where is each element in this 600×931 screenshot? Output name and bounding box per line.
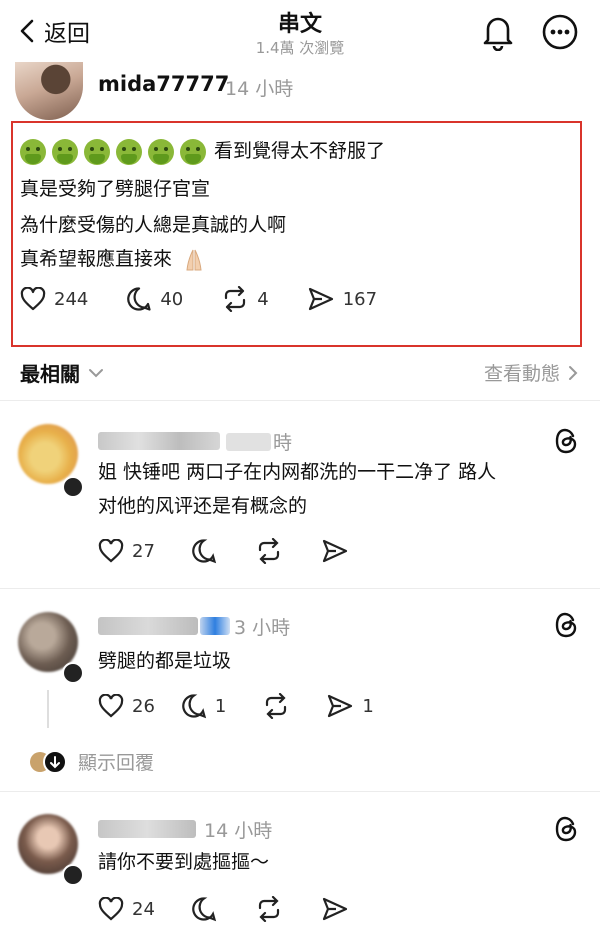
heart-icon (98, 694, 124, 718)
like-button[interactable]: 244 (20, 287, 88, 311)
view-activity-label: 查看動態 (483, 363, 560, 385)
follow-badge-icon[interactable] (62, 662, 84, 684)
reply-actions: 26 1 1 (98, 693, 374, 719)
comment-count: 40 (160, 288, 184, 310)
reply-avatars-icon (30, 749, 67, 774)
post-username[interactable]: mida77777 (98, 72, 229, 96)
post-line-4-row: 真希望報應直接來 (20, 244, 206, 272)
post-line-1: 看到覺得太不舒服了 (214, 140, 386, 162)
send-icon (328, 694, 353, 718)
post-actions: 244 40 4 167 (20, 286, 377, 312)
repost-icon[interactable] (255, 538, 283, 564)
like-count: 27 (132, 540, 155, 562)
comment-button[interactable]: 40 (126, 286, 183, 312)
reply-timestamp: 3 小時 (234, 617, 291, 639)
chevron-right-icon (569, 365, 578, 380)
like-count: 24 (132, 898, 155, 920)
send-icon[interactable] (321, 538, 349, 564)
vomit-emoji-icon (84, 138, 110, 165)
send-icon (308, 287, 333, 311)
reply-username-blurred[interactable] (98, 432, 220, 450)
follow-badge-icon[interactable] (62, 864, 84, 886)
reply-timestamp: 時 (273, 432, 293, 454)
comment-icon[interactable] (191, 896, 217, 922)
share-button[interactable]: 1 (326, 693, 374, 719)
like-count: 244 (54, 288, 89, 310)
vomit-emoji-icon (180, 138, 206, 165)
repost-icon[interactable] (255, 896, 283, 922)
reply-timestamp: 14 小時 (204, 820, 273, 842)
repost-icon[interactable] (262, 693, 290, 719)
threads-logo-icon[interactable] (554, 427, 580, 455)
like-count: 26 (132, 695, 155, 717)
post-line-2: 真是受夠了劈腿仔官宣 (20, 178, 211, 200)
bell-icon[interactable] (480, 13, 516, 51)
divider (0, 588, 600, 589)
like-button[interactable]: 24 (98, 897, 155, 921)
folded-hands-icon (186, 249, 202, 270)
chevron-down-icon (89, 368, 103, 377)
vomit-emoji-icon (20, 138, 46, 165)
heart-icon (98, 897, 124, 921)
repost-icon (225, 286, 246, 312)
post-line-4: 真希望報應直接來 (20, 248, 173, 270)
post-line-3: 為什麼受傷的人總是真誠的人啊 (20, 214, 287, 236)
reply-time-blurred (226, 433, 271, 451)
sort-label: 最相關 (20, 362, 80, 386)
comment-icon[interactable] (191, 538, 217, 564)
like-button[interactable]: 26 (98, 694, 155, 718)
vomit-emoji-icon (116, 138, 142, 165)
reply-text-line-1: 請你不要到處摳摳～ (98, 851, 270, 873)
sort-dropdown[interactable]: 最相關 (20, 358, 104, 387)
comment-icon (127, 287, 151, 311)
show-replies-label: 顯示回覆 (78, 752, 155, 774)
vomit-emoji-icon (148, 138, 174, 165)
share-count: 167 (342, 288, 378, 310)
follow-badge-icon[interactable] (62, 476, 84, 498)
reply-actions: 24 (98, 896, 349, 922)
heart-icon (98, 539, 124, 563)
like-button[interactable]: 27 (98, 539, 155, 563)
post-author-avatar[interactable] (15, 62, 83, 120)
divider (0, 791, 600, 792)
top-bar: 返回 串文 1.4萬 次瀏覽 (0, 0, 600, 64)
threads-logo-icon[interactable] (554, 611, 580, 639)
vomit-emoji-icon (52, 138, 78, 165)
show-replies-button[interactable]: 顯示回覆 (28, 748, 154, 775)
repost-count: 4 (257, 288, 269, 310)
thread-line (47, 690, 49, 728)
vomit-emoji-group (20, 138, 206, 165)
heart-icon (20, 287, 46, 311)
reply-username-blurred (200, 617, 230, 635)
reply-text-line-2: 对他的风评还是有概念的 (98, 495, 308, 517)
post-line-1-row: 看到覺得太不舒服了 (20, 136, 385, 165)
repost-button[interactable]: 4 (221, 286, 269, 312)
comment-button[interactable]: 1 (181, 693, 226, 719)
view-activity-link[interactable]: 查看動態 (484, 359, 578, 386)
reply-avatar[interactable] (18, 424, 78, 484)
sort-bar: 最相關 查看動態 (0, 349, 600, 401)
share-count: 1 (362, 695, 374, 717)
reply-actions: 27 (98, 538, 349, 564)
more-options-icon[interactable] (541, 13, 579, 51)
threads-logo-icon[interactable] (554, 815, 580, 843)
reply-username-blurred[interactable] (98, 820, 196, 838)
comment-icon (182, 694, 207, 719)
reply-text-line-1: 劈腿的都是垃圾 (98, 650, 232, 672)
reply-text-line-1: 姐 快锤吧 两口子在内网都洗的一干二净了 路人 (98, 461, 497, 483)
post-timestamp: 14 小時 (225, 78, 294, 100)
reply-username-blurred[interactable] (98, 617, 198, 635)
comment-count: 1 (214, 695, 227, 717)
send-icon[interactable] (321, 896, 349, 922)
share-button[interactable]: 167 (307, 286, 377, 312)
